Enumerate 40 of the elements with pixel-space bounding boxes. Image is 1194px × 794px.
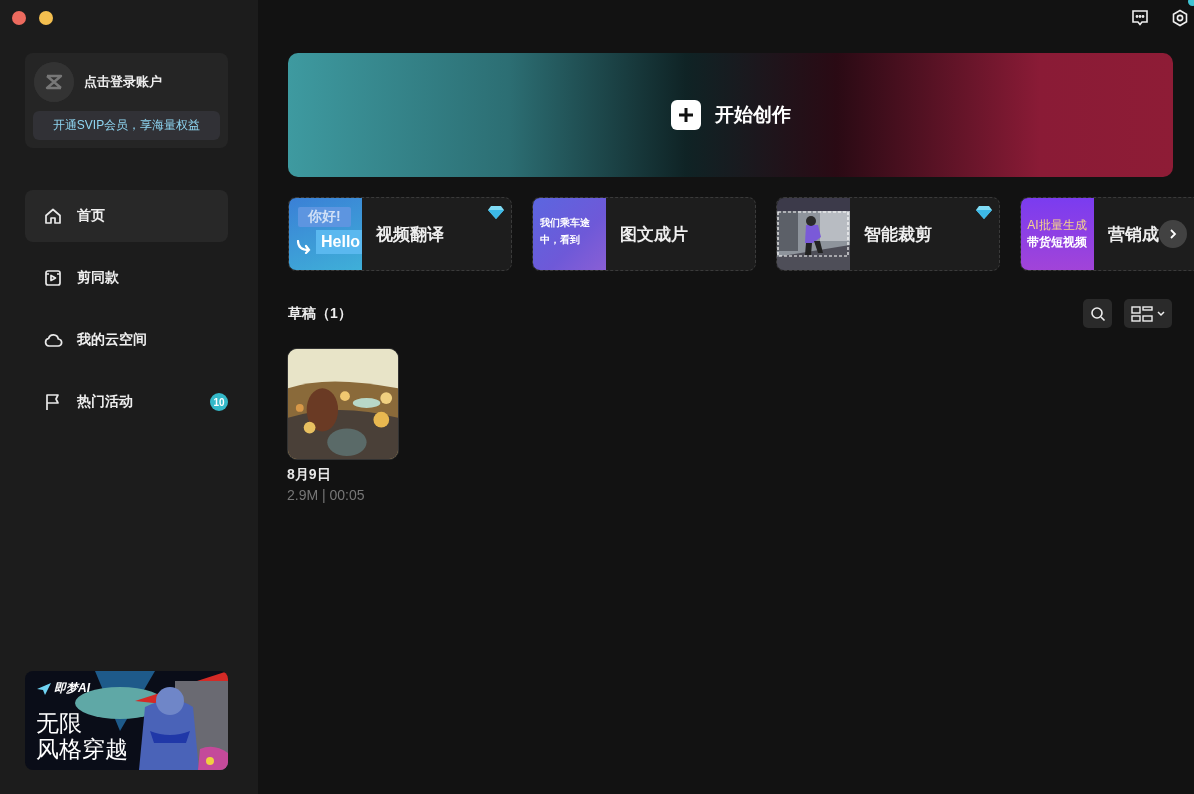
search-button[interactable] [1083, 299, 1112, 328]
vip-button[interactable]: 开通SVIP会员，享海量权益 [33, 111, 220, 140]
grid-view-icon [1131, 305, 1153, 322]
template-icon [43, 268, 63, 288]
nav-item[interactable]: 热门活动 10 [25, 376, 228, 428]
section-title: 草稿（1） [288, 304, 352, 323]
thumbnail-text: 带货短视频 [1027, 234, 1087, 251]
next-button[interactable] [1159, 220, 1187, 248]
thumbnail-text: Hello [316, 230, 362, 254]
tool-card[interactable]: 我们乘车途 中，看到 图文成片 [532, 197, 756, 271]
tool-card[interactable]: AI批量生成 带货短视频 营销成 [1020, 197, 1194, 271]
diamond-icon [488, 206, 504, 219]
settings-icon[interactable] [1171, 9, 1189, 27]
nav-item[interactable]: 我的云空间 [25, 314, 228, 366]
caret-icon [1157, 310, 1165, 317]
draft-meta: 2.9M | 00:05 [287, 487, 366, 503]
thumbnail-text: 我们乘车途 中，看到 [540, 216, 590, 247]
thumbnail-text: AI批量生成 [1027, 217, 1087, 234]
nav-item[interactable]: 首页 [25, 190, 228, 242]
curved-arrow-icon [296, 240, 312, 254]
banner-logo: 即梦AI [37, 680, 90, 697]
home-icon [43, 206, 63, 226]
tool-card[interactable]: 智能裁剪 [776, 197, 1000, 271]
promo-banner[interactable]: 即梦AI 无限 风格穿越 [25, 671, 228, 770]
close-window-button[interactable] [12, 11, 26, 25]
start-create-button[interactable]: 开始创作 [288, 53, 1173, 177]
thumbnail-text: 你好! [298, 207, 351, 227]
count-badge: 10 [210, 393, 228, 411]
message-icon[interactable] [1131, 9, 1149, 27]
plus-icon [670, 100, 701, 130]
chevron-right-icon [1167, 228, 1179, 240]
diamond-icon [976, 206, 992, 219]
view-toggle-button[interactable] [1124, 299, 1172, 328]
search-icon [1089, 305, 1106, 322]
draft-title: 8月9日 [287, 466, 332, 484]
minimize-window-button[interactable] [39, 11, 53, 25]
banner-headline: 无限 风格穿越 [36, 710, 128, 762]
tool-card[interactable]: 你好! Hello 视频翻译 [288, 197, 512, 271]
nav-item[interactable]: 剪同款 [25, 252, 228, 304]
login-link[interactable]: 点击登录账户 [84, 73, 162, 91]
